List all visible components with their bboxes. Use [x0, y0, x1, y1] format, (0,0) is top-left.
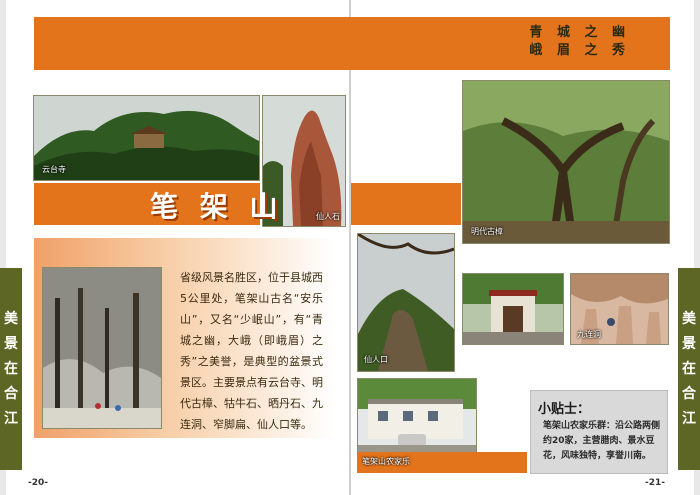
side-tab-char: 合: [4, 385, 18, 402]
description-text: 省级风景名胜区，位于县城西5公里处，笔架山古名“安乐山”，又名“少岷山”，有“青…: [180, 271, 323, 431]
photo-yuntai-temple-image: [34, 96, 259, 180]
side-tab-left: 美 景 在 合 江: [0, 268, 22, 470]
caption-jiulian-cave: 九连洞: [577, 330, 601, 339]
side-tab-right: 美 景 在 合 江: [678, 268, 700, 470]
caption-xianren-stone: 仙人石: [316, 212, 340, 221]
photo-farm-stay-image: [358, 379, 476, 463]
side-tab-char: 景: [682, 335, 696, 352]
side-tab-char: 美: [4, 310, 18, 327]
page-title: 笔 架 山: [150, 190, 284, 223]
caption-ming-camphor: 明代古樟: [471, 227, 503, 236]
caption-xianren-entrance: 仙人口: [364, 355, 388, 364]
tagline-line-1: 青 城 之 幽: [529, 25, 630, 40]
tips-box: 小贴士： 笔架山农家乐群：沿公路两侧约20家，主营腊肉、景水豆花，风味独特，享誉…: [530, 390, 668, 474]
page-number-left: -20-: [28, 478, 48, 488]
photo-ming-camphor: 明代古樟: [462, 80, 670, 244]
caption-yuntai-temple: 云台寺: [42, 165, 66, 174]
photo-scenic-gate: [462, 273, 564, 345]
tagline-line-2: 峨 眉 之 秀: [529, 43, 630, 58]
photo-scenic-gate-image: [463, 274, 563, 344]
side-tab-char: 在: [682, 360, 696, 377]
photo-winter-trees: [42, 267, 162, 429]
photo-xianren-entrance: 仙人口: [357, 233, 455, 372]
side-tab-char: 合: [682, 385, 696, 402]
photo-jiulian-cave: 九连洞: [570, 273, 669, 345]
photo-xianren-entrance-image: [358, 234, 454, 371]
photo-yuntai-temple: 云台寺: [33, 95, 260, 181]
title-bar-right: [351, 183, 461, 225]
side-tab-char: 江: [682, 410, 696, 427]
spread-fold: [349, 0, 351, 495]
tips-title: 小贴士：: [538, 402, 591, 417]
side-tab-char: 景: [4, 335, 18, 352]
page-number-right: -21-: [645, 478, 665, 488]
caption-farm-stay: 笔架山农家乐: [362, 457, 410, 466]
header-tagline: 青 城 之 幽 峨 眉 之 秀: [500, 24, 630, 60]
side-tab-char: 江: [4, 410, 18, 427]
side-tab-char: 美: [682, 310, 696, 327]
photo-winter-trees-image: [43, 268, 161, 428]
photo-ming-camphor-image: [463, 81, 669, 243]
side-tab-char: 在: [4, 360, 18, 377]
tips-body: 笔架山农家乐群：沿公路两侧约20家，主营腊肉、景水豆花，风味独特，享誉川南。: [543, 421, 661, 461]
